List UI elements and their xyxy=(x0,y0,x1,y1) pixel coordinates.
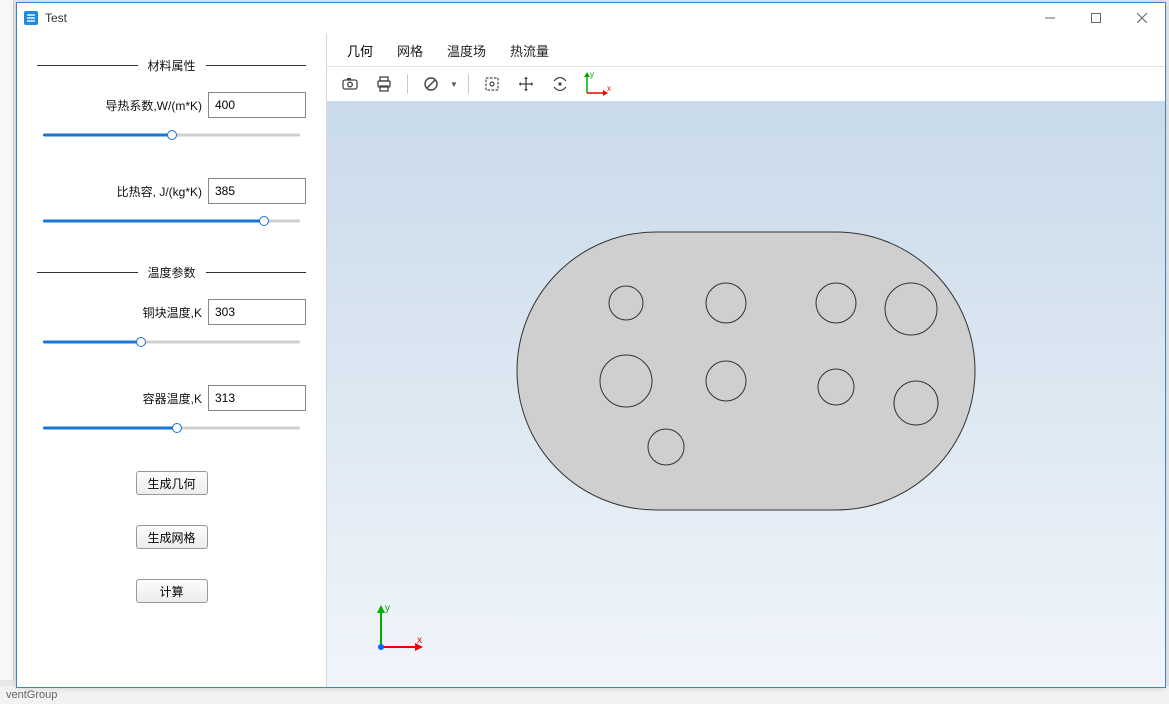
desktop-side-strip xyxy=(0,0,14,680)
label-thermal-conductivity: 导热系数,W/(m*K) xyxy=(105,97,202,114)
rotate-icon[interactable] xyxy=(547,71,573,97)
no-entry-icon[interactable] xyxy=(418,71,444,97)
slider-copper-temp[interactable] xyxy=(43,335,300,349)
zoom-select-icon[interactable] xyxy=(479,71,505,97)
desktop-footer: ventGroup xyxy=(0,686,1169,704)
group-header-temperature: 温度参数 xyxy=(37,264,306,281)
slider-thermal-conductivity[interactable] xyxy=(43,128,300,142)
input-container-temp[interactable] xyxy=(208,385,306,411)
group-header-material: 材料属性 xyxy=(37,57,306,74)
triad-toolbar-icon[interactable]: y x xyxy=(581,71,615,97)
tab-mesh[interactable]: 网格 xyxy=(393,39,427,62)
generate-geometry-button[interactable]: 生成几何 xyxy=(136,471,208,495)
param-thermal-conductivity: 导热系数,W/(m*K) xyxy=(37,92,306,142)
group-title-temperature: 温度参数 xyxy=(138,264,206,281)
tab-temp-field[interactable]: 温度场 xyxy=(443,39,490,62)
tab-heat-flow[interactable]: 热流量 xyxy=(506,39,553,62)
sidebar: 材料属性 导热系数,W/(m*K) 比热容, J/(kg*K) xyxy=(17,33,327,687)
pan-icon[interactable] xyxy=(513,71,539,97)
label-container-temp: 容器温度,K xyxy=(143,390,202,407)
maximize-button[interactable] xyxy=(1073,3,1119,33)
label-copper-temp: 铜块温度,K xyxy=(143,304,202,321)
compute-button[interactable]: 计算 xyxy=(136,579,208,603)
param-copper-temp: 铜块温度,K xyxy=(37,299,306,349)
camera-icon[interactable] xyxy=(337,71,363,97)
window-title: Test xyxy=(45,11,67,25)
slider-container-temp[interactable] xyxy=(43,421,300,435)
generate-mesh-button[interactable]: 生成网格 xyxy=(136,525,208,549)
viewport-3d[interactable]: y x xyxy=(327,101,1165,687)
group-title-material: 材料属性 xyxy=(138,57,206,74)
svg-text:y: y xyxy=(590,71,594,79)
title-bar: Test xyxy=(17,3,1165,33)
app-window: Test 材料属性 导热系数,W/(m*K) xyxy=(16,2,1166,688)
close-button[interactable] xyxy=(1119,3,1165,33)
minimize-button[interactable] xyxy=(1027,3,1073,33)
input-copper-temp[interactable] xyxy=(208,299,306,325)
svg-text:x: x xyxy=(607,84,611,93)
param-container-temp: 容器温度,K xyxy=(37,385,306,435)
tab-bar: 几何 网格 温度场 热流量 xyxy=(327,33,1165,67)
input-specific-heat[interactable] xyxy=(208,178,306,204)
print-icon[interactable] xyxy=(371,71,397,97)
axis-label-y: y xyxy=(385,603,390,614)
slider-specific-heat[interactable] xyxy=(43,214,300,228)
label-specific-heat: 比热容, J/(kg*K) xyxy=(117,183,202,200)
dropdown-caret-icon[interactable]: ▼ xyxy=(450,80,458,89)
axis-label-x: x xyxy=(417,635,422,646)
viewport-toolbar: ▼ y xyxy=(327,67,1165,101)
param-specific-heat: 比热容, J/(kg*K) xyxy=(37,178,306,228)
tab-geometry[interactable]: 几何 xyxy=(343,39,377,62)
geometry-plate xyxy=(516,231,976,511)
axis-triad: y x xyxy=(367,597,427,657)
app-icon xyxy=(23,10,39,26)
main-panel: 几何 网格 温度场 热流量 ▼ xyxy=(327,33,1165,687)
input-thermal-conductivity[interactable] xyxy=(208,92,306,118)
